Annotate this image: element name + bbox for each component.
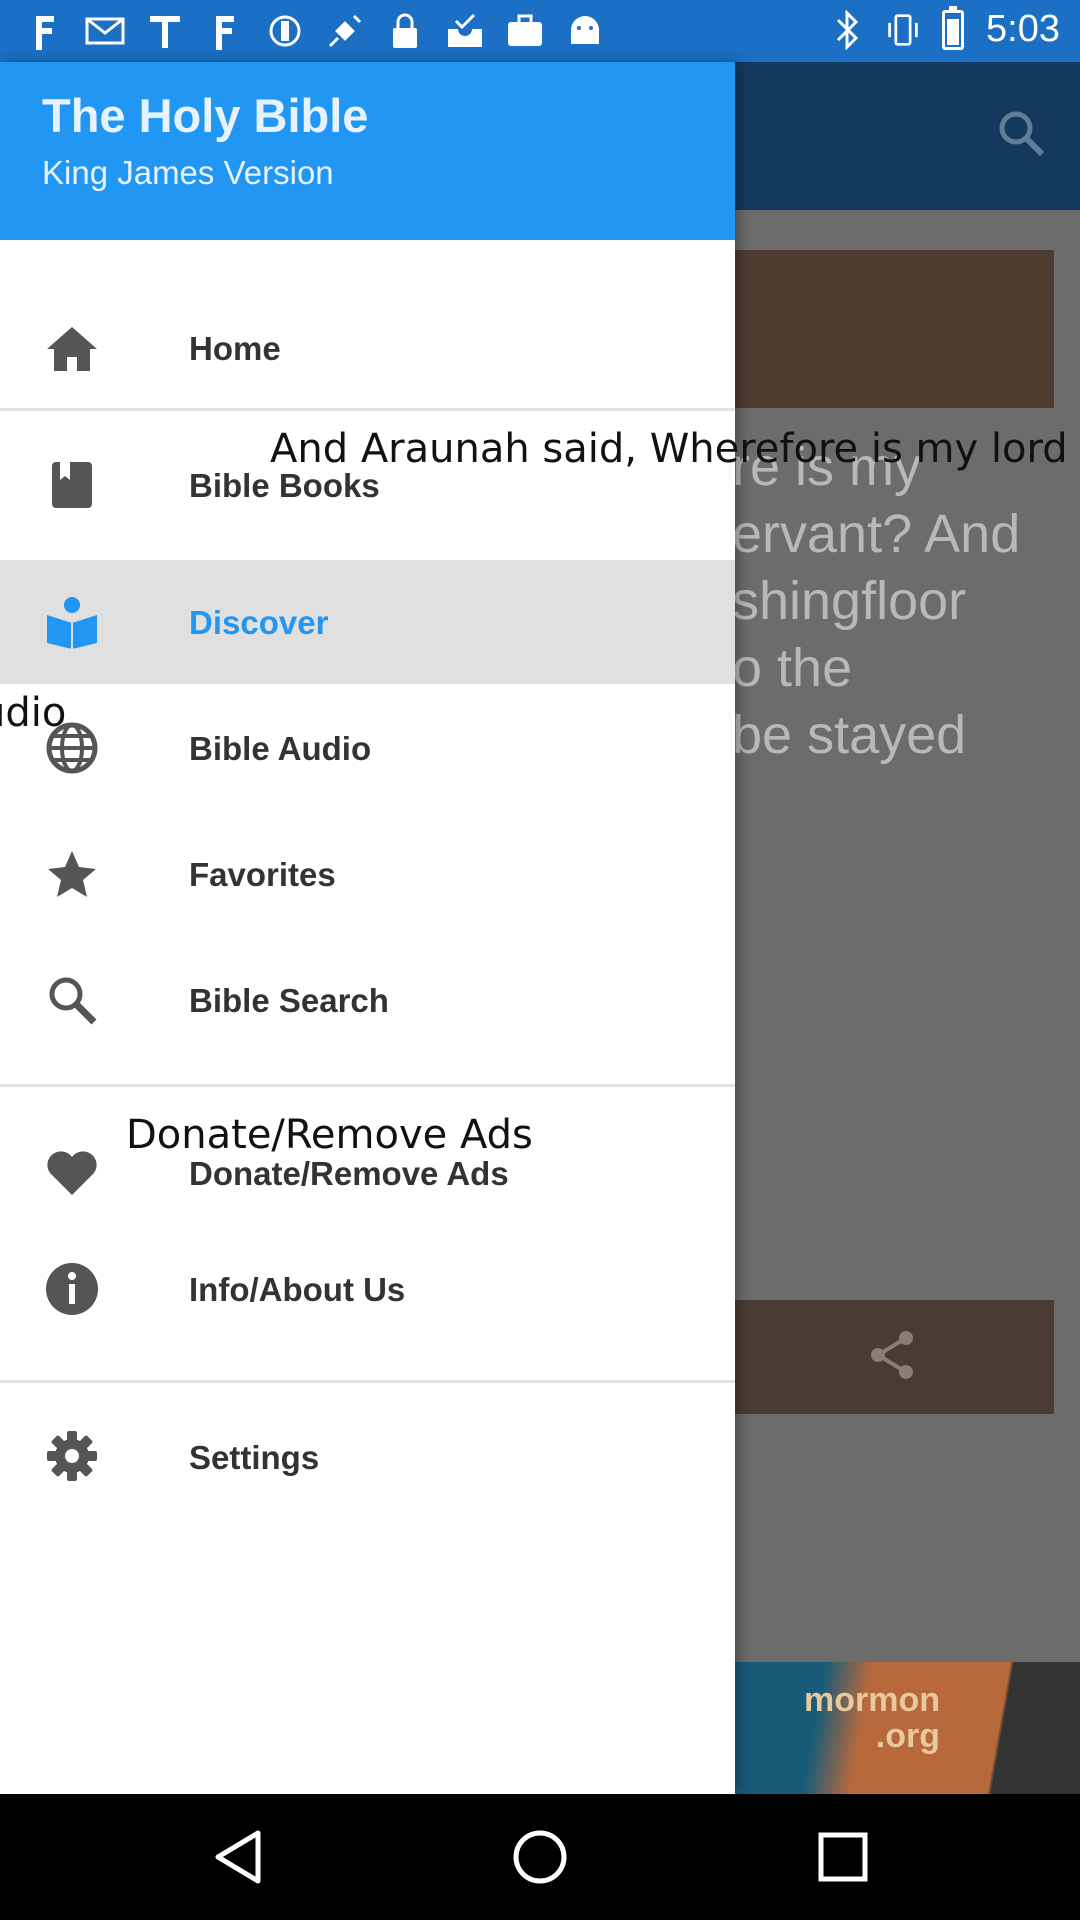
- donate-caption-overlay: Donate/Remove Ads: [126, 1112, 533, 1158]
- menu-item-discover[interactable]: Discover: [0, 560, 735, 684]
- menu-label-bible-books: Bible Books: [189, 467, 380, 504]
- status-time: 5:03: [986, 8, 1060, 50]
- bluetooth-icon: [830, 9, 864, 51]
- menu-label-bible-audio: Bible Audio: [189, 730, 372, 767]
- cast-icon: [264, 10, 306, 52]
- heart-icon: [44, 1145, 100, 1201]
- background-verse-text: re is my ervant? And shingfloor o the be…: [732, 437, 1021, 765]
- menu-item-settings[interactable]: Settings: [0, 1383, 735, 1529]
- background-card: [732, 250, 1054, 408]
- drawer-header: The Holy Bible King James Version: [0, 62, 735, 240]
- notification-icons: [24, 10, 606, 52]
- navigation-drawer: The Holy Bible King James Version Home B…: [0, 62, 735, 1794]
- drawer-title: The Holy Bible: [42, 89, 369, 142]
- android-icon: [564, 10, 606, 52]
- menu-label-info: Info/About Us: [189, 1271, 406, 1308]
- drawer-subtitle: King James Version: [42, 154, 334, 191]
- menu-label-settings: Settings: [189, 1439, 320, 1476]
- lock-icon: [384, 10, 426, 52]
- search-icon: [44, 972, 100, 1028]
- star-icon: [44, 846, 100, 902]
- share-icon[interactable]: [866, 1328, 920, 1387]
- audio-fragment-overlay: udio: [0, 690, 67, 736]
- menu-label-discover: Discover: [189, 604, 329, 641]
- facebook-icon: [204, 10, 246, 52]
- ad-text: mormon .org: [804, 1681, 940, 1755]
- search-icon[interactable]: [994, 106, 1050, 162]
- briefcase-icon: [504, 10, 546, 52]
- status-bar: 5:03: [0, 0, 1080, 62]
- text-icon: [144, 10, 186, 52]
- menu-item-bible-search[interactable]: Bible Search: [0, 936, 735, 1062]
- home-button[interactable]: [505, 1822, 575, 1892]
- inbox-check-icon: [444, 10, 486, 52]
- menu-item-donate[interactable]: Donate/Remove Ads: [0, 1087, 735, 1233]
- satellite-icon: [324, 10, 366, 52]
- menu-item-bible-audio[interactable]: Bible Audio: [0, 684, 735, 810]
- gear-icon: [44, 1428, 100, 1484]
- battery-icon: [942, 5, 965, 50]
- menu-item-favorites[interactable]: Favorites: [0, 810, 735, 936]
- menu-item-info[interactable]: Info/About Us: [0, 1233, 735, 1359]
- vibrate-icon: [886, 9, 920, 51]
- open-book-icon: [44, 594, 100, 650]
- menu-label-bible-search: Bible Search: [189, 982, 389, 1019]
- menu-label-donate: Donate/Remove Ads: [189, 1155, 509, 1192]
- info-icon: [44, 1261, 100, 1317]
- menu-label-favorites: Favorites: [189, 856, 336, 893]
- menu-label-home: Home: [189, 330, 281, 367]
- book-icon: [44, 457, 100, 513]
- facebook-icon: [24, 10, 66, 52]
- system-status: 5:03: [830, 5, 1060, 51]
- back-button[interactable]: [203, 1822, 273, 1892]
- system-nav-bar: [0, 1794, 1080, 1920]
- share-bar[interactable]: [732, 1300, 1054, 1414]
- verse-caption-overlay: And Araunah said, Wherefore is my lord t…: [270, 426, 1080, 472]
- recents-button[interactable]: [808, 1822, 878, 1892]
- home-icon: [44, 320, 100, 376]
- mail-icon: [84, 10, 126, 52]
